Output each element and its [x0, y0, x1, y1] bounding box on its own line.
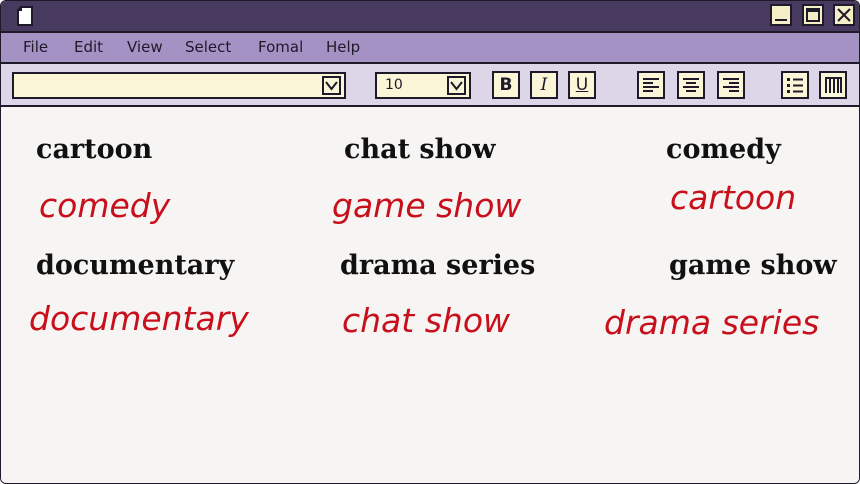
maximize-icon — [806, 8, 820, 22]
minimize-icon — [775, 19, 787, 21]
menu-edit[interactable]: Edit — [74, 38, 103, 56]
chevron-down-icon — [325, 81, 338, 91]
columns-button[interactable] — [819, 71, 847, 99]
document-content[interactable]: cartoon chat show comedy comedy game sho… — [1, 107, 859, 483]
menu-format[interactable]: Fomal — [258, 38, 303, 56]
menu-file[interactable]: File — [23, 38, 48, 56]
font-size-select[interactable]: 10 — [375, 72, 471, 99]
word-documentary: documentary — [36, 250, 235, 281]
align-center-button[interactable] — [677, 71, 705, 99]
close-button[interactable] — [833, 4, 855, 26]
minimize-button[interactable] — [770, 4, 792, 26]
answer-3: cartoon — [670, 178, 797, 217]
menu-view[interactable]: View — [127, 38, 163, 56]
align-right-icon — [723, 78, 739, 92]
word-chat-show: chat show — [344, 134, 496, 165]
title-bar — [1, 1, 859, 33]
font-family-select[interactable] — [12, 72, 346, 99]
menu-help[interactable]: Help — [326, 38, 360, 56]
italic-button[interactable]: I — [530, 71, 558, 99]
word-drama-series: drama series — [340, 250, 536, 281]
align-center-icon — [683, 78, 699, 92]
font-size-value: 10 — [385, 77, 403, 93]
word-cartoon: cartoon — [36, 134, 153, 165]
align-right-button[interactable] — [717, 71, 745, 99]
answer-6: drama series — [604, 303, 820, 342]
word-comedy: comedy — [666, 134, 781, 165]
bold-label: B — [499, 75, 513, 95]
align-left-button[interactable] — [637, 71, 665, 99]
bulleted-list-icon — [787, 78, 803, 93]
answer-2: game show — [332, 186, 522, 225]
document-icon — [17, 6, 33, 26]
answer-5: chat show — [342, 301, 510, 340]
font-dropdown-button[interactable] — [322, 76, 341, 95]
answer-1: comedy — [39, 186, 171, 225]
menu-bar: File Edit View Select Fomal Help — [1, 33, 859, 64]
italic-label: I — [540, 75, 548, 95]
app-window: File Edit View Select Fomal Help 10 B I … — [0, 0, 860, 484]
columns-icon — [825, 77, 842, 93]
toolbar: 10 B I U — [1, 64, 859, 107]
menu-select[interactable]: Select — [185, 38, 231, 56]
underline-label: U — [575, 75, 589, 95]
chevron-down-icon — [450, 81, 463, 91]
bold-button[interactable]: B — [492, 71, 520, 99]
maximize-button[interactable] — [802, 4, 824, 26]
align-left-icon — [643, 78, 659, 92]
close-icon — [837, 8, 851, 22]
underline-button[interactable]: U — [568, 71, 596, 99]
bulleted-list-button[interactable] — [781, 71, 809, 99]
size-dropdown-button[interactable] — [447, 76, 466, 95]
word-game-show: game show — [669, 250, 837, 281]
answer-4: documentary — [29, 299, 249, 338]
